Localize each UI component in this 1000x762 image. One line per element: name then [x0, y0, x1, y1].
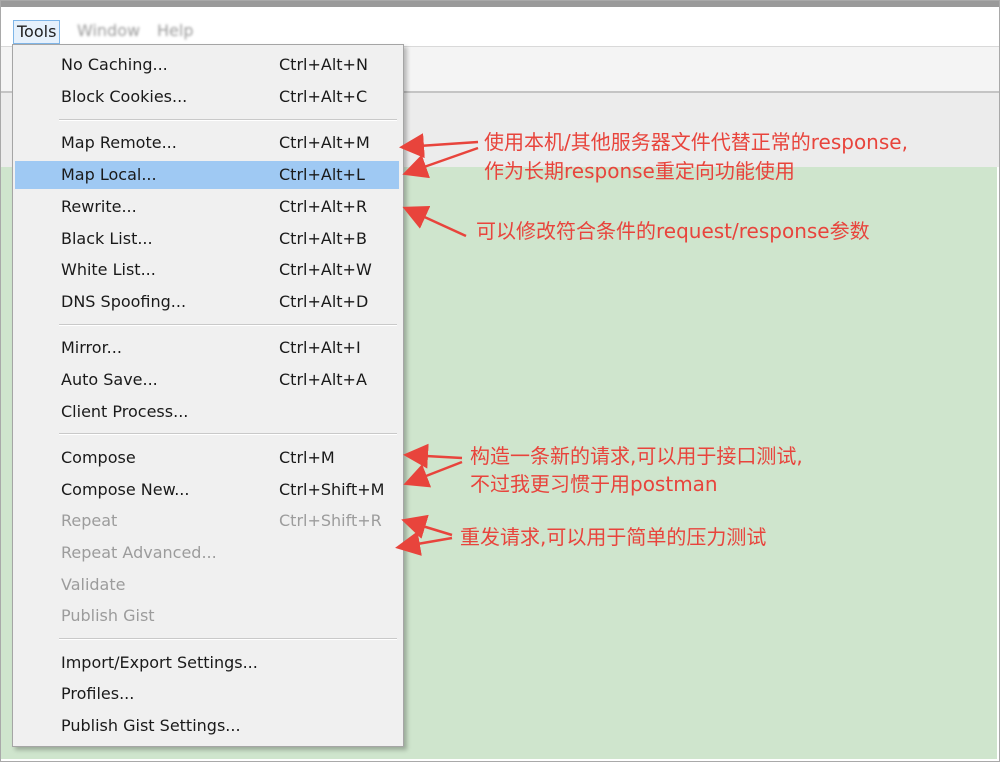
annotation-map-line1: 使用本机/其他服务器文件代替正常的response,	[484, 130, 908, 154]
menu-item-repeat-advanced: Repeat Advanced...	[15, 539, 399, 567]
menu-item-publish-gist-settings[interactable]: Publish Gist Settings...	[15, 712, 399, 740]
menu-item-shortcut: Ctrl+Alt+N	[279, 55, 368, 74]
annotation-rewrite: 可以修改符合条件的request/response参数	[476, 219, 870, 243]
menu-item-shortcut: Ctrl+Alt+W	[279, 260, 372, 279]
menu-item-label: White List...	[61, 260, 156, 279]
menu-item-no-caching[interactable]: No Caching... Ctrl+Alt+N	[15, 51, 399, 79]
menu-item-label: Map Local...	[61, 165, 157, 184]
menu-item-repeat: Repeat Ctrl+Shift+R	[15, 507, 399, 535]
menu-item-auto-save[interactable]: Auto Save... Ctrl+Alt+A	[15, 366, 399, 394]
menu-item-rewrite[interactable]: Rewrite... Ctrl+Alt+R	[15, 193, 399, 221]
menu-item-compose-new[interactable]: Compose New... Ctrl+Shift+M	[15, 476, 399, 504]
tools-dropdown-menu: No Caching... Ctrl+Alt+N Block Cookies..…	[12, 44, 404, 747]
menu-item-white-list[interactable]: White List... Ctrl+Alt+W	[15, 256, 399, 284]
menu-item-label: Compose New...	[61, 480, 190, 499]
menu-tools[interactable]: Tools	[13, 20, 61, 44]
menu-item-label: Auto Save...	[61, 370, 158, 389]
menu-item-label: Profiles...	[61, 684, 135, 703]
menu-item-block-cookies[interactable]: Block Cookies... Ctrl+Alt+C	[15, 83, 399, 111]
menu-item-publish-gist: Publish Gist	[15, 602, 399, 630]
menu-item-label: Black List...	[61, 229, 153, 248]
menu-separator	[59, 324, 397, 326]
menu-bar: Tools Window Help	[1, 16, 999, 47]
menu-item-shortcut: Ctrl+Alt+C	[279, 87, 368, 106]
menu-item-label: DNS Spoofing...	[61, 292, 187, 311]
menu-item-shortcut: Ctrl+M	[279, 448, 335, 467]
menu-separator	[59, 119, 397, 121]
menu-item-client-process[interactable]: Client Process...	[15, 398, 399, 426]
menu-item-profiles[interactable]: Profiles...	[15, 680, 399, 708]
menu-item-shortcut: Ctrl+Shift+M	[279, 480, 385, 499]
annotation-repeat: 重发请求,可以用于简单的压力测试	[460, 525, 767, 549]
menu-help[interactable]: Help	[157, 20, 193, 42]
window-top-border	[1, 1, 999, 7]
menu-item-shortcut: Ctrl+Alt+D	[279, 292, 369, 311]
menu-item-shortcut: Ctrl+Alt+L	[279, 165, 365, 184]
menu-item-map-remote[interactable]: Map Remote... Ctrl+Alt+M	[15, 129, 399, 157]
annotation-compose-line2: 不过我更习惯于用postman	[470, 472, 718, 496]
menu-item-compose[interactable]: Compose Ctrl+M	[15, 444, 399, 472]
menu-item-shortcut: Ctrl+Alt+B	[279, 229, 367, 248]
menu-item-shortcut: Ctrl+Alt+I	[279, 338, 361, 357]
menu-item-import-export-settings[interactable]: Import/Export Settings...	[15, 649, 399, 677]
menu-item-label: Map Remote...	[61, 133, 177, 152]
menu-item-label: Rewrite...	[61, 197, 137, 216]
menu-item-shortcut: Ctrl+Alt+M	[279, 133, 370, 152]
menu-item-label: Client Process...	[61, 402, 189, 421]
menu-item-map-local[interactable]: Map Local... Ctrl+Alt+L	[15, 161, 399, 189]
menu-item-shortcut: Ctrl+Alt+R	[279, 197, 368, 216]
menu-item-label: Import/Export Settings...	[61, 653, 258, 672]
annotation-map-line2: 作为长期response重定向功能使用	[484, 159, 795, 183]
menu-item-label: Publish Gist	[61, 606, 155, 625]
annotation-compose-line1: 构造一条新的请求,可以用于接口测试,	[470, 444, 803, 468]
menu-window[interactable]: Window	[77, 20, 140, 42]
menu-item-shortcut: Ctrl+Alt+A	[279, 370, 367, 389]
menu-item-label: Repeat Advanced...	[61, 543, 217, 562]
menu-item-label: No Caching...	[61, 55, 168, 74]
menu-item-shortcut: Ctrl+Shift+R	[279, 511, 382, 530]
menu-item-label: Block Cookies...	[61, 87, 188, 106]
menu-separator	[59, 638, 397, 640]
menu-item-label: Validate	[61, 575, 126, 594]
menu-item-label: Mirror...	[61, 338, 122, 357]
menu-item-label: Publish Gist Settings...	[61, 716, 241, 735]
menu-item-dns-spoofing[interactable]: DNS Spoofing... Ctrl+Alt+D	[15, 288, 399, 316]
menu-separator	[59, 433, 397, 435]
menu-item-black-list[interactable]: Black List... Ctrl+Alt+B	[15, 225, 399, 253]
menu-item-label: Repeat	[61, 511, 118, 530]
menu-item-mirror[interactable]: Mirror... Ctrl+Alt+I	[15, 334, 399, 362]
menu-item-validate: Validate	[15, 571, 399, 599]
menu-item-label: Compose	[61, 448, 136, 467]
